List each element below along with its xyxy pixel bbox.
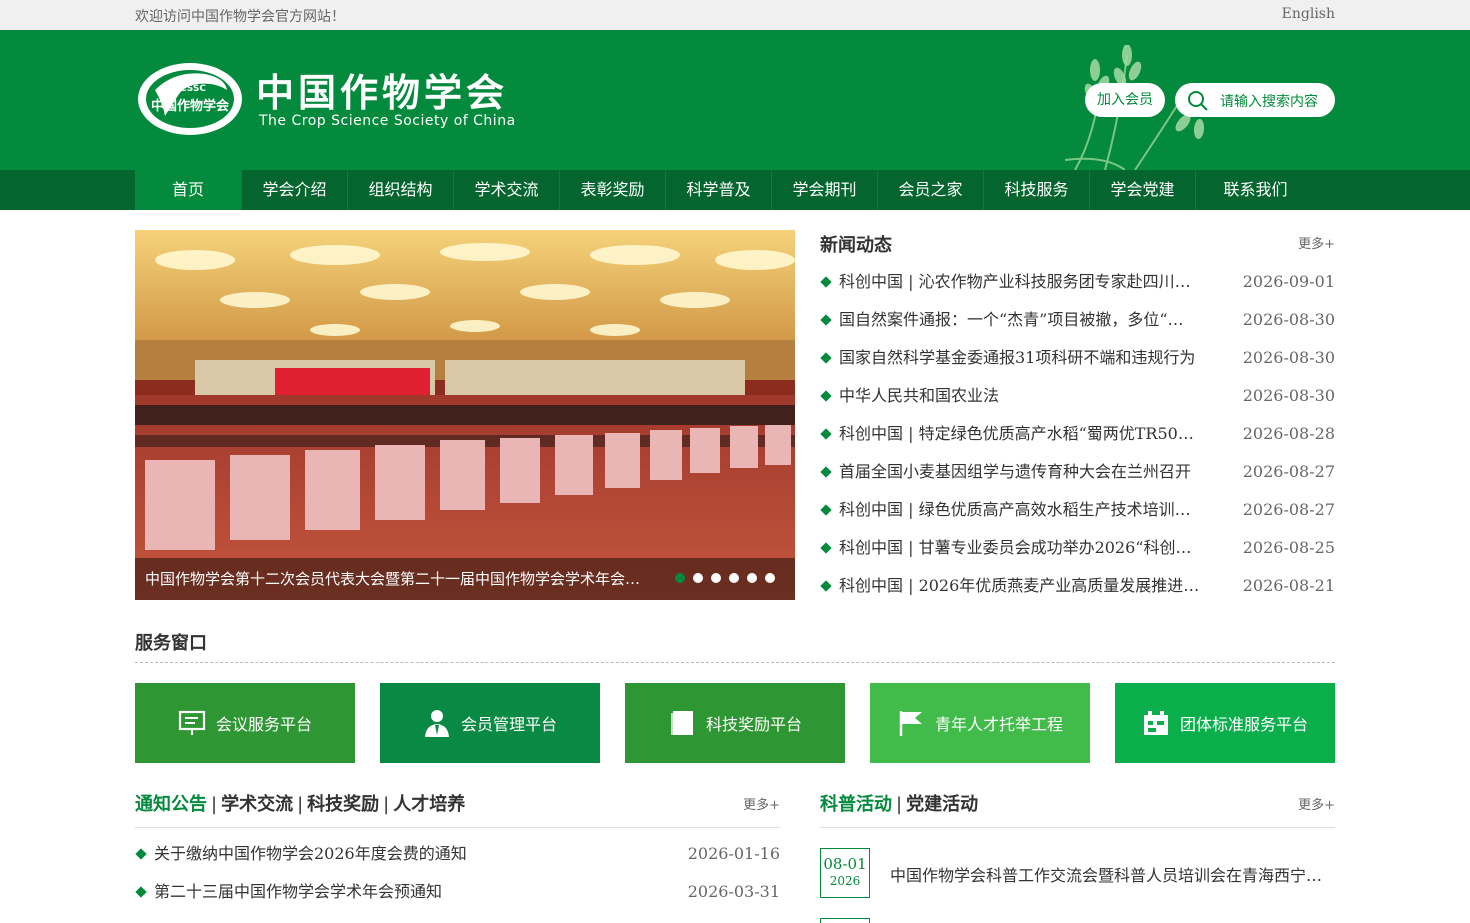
service-card-meeting[interactable]: 会议服务平台 bbox=[135, 683, 355, 763]
services-title: 服务窗口 bbox=[135, 633, 207, 654]
nav-item-organization[interactable]: 组织结构 bbox=[347, 170, 453, 210]
carousel-dot[interactable] bbox=[729, 573, 739, 583]
carousel-dot[interactable] bbox=[693, 573, 703, 583]
list-item[interactable]: 关于缴纳中国作物学会2026年度会费的通知 2026-01-16 bbox=[135, 842, 780, 880]
standard-icon bbox=[1143, 711, 1168, 735]
list-item[interactable]: 科创中国 | 沁农作物产业科技服务团专家赴四川… 2026-09-01 bbox=[820, 270, 1335, 308]
bullet-icon bbox=[820, 427, 832, 440]
bullet-icon bbox=[820, 465, 832, 478]
tab-party-activities[interactable]: 党建活动 bbox=[906, 794, 978, 815]
join-member-button[interactable]: 加入会员 bbox=[1085, 83, 1165, 117]
nav-item-awards[interactable]: 表彰奖励 bbox=[559, 170, 665, 210]
search-input[interactable]: 请输入搜索内容 bbox=[1220, 91, 1318, 111]
tab-notices[interactable]: 通知公告 bbox=[135, 794, 207, 815]
bullet-icon bbox=[820, 579, 832, 592]
list-item[interactable]: 中华人民共和国农业法 2026-08-30 bbox=[820, 384, 1335, 422]
date-badge bbox=[820, 918, 870, 923]
nav-item-popular-science[interactable]: 科学普及 bbox=[665, 170, 771, 210]
date-badge: 08-01 2026 bbox=[820, 848, 870, 898]
tab-separator: | bbox=[896, 794, 903, 815]
nav-item-journals[interactable]: 学会期刊 bbox=[771, 170, 877, 210]
nav-item-about[interactable]: 学会介绍 bbox=[241, 170, 347, 210]
notice-tabs: 通知公告 | 学术交流 | 科技奖励 | 人才培养 bbox=[135, 790, 465, 816]
carousel-dots bbox=[675, 573, 775, 583]
divider bbox=[135, 662, 1335, 663]
nav-item-members[interactable]: 会员之家 bbox=[877, 170, 983, 210]
news-more-link[interactable]: 更多+ bbox=[1298, 233, 1335, 252]
member-icon bbox=[424, 710, 449, 737]
logo-badge-text: 中国作物学会 bbox=[151, 98, 230, 114]
tab-separator: | bbox=[297, 794, 304, 815]
tab-popular-science[interactable]: 科普活动 bbox=[820, 794, 892, 815]
list-item[interactable]: 08-01 2026 中国作物学会科普工作交流会暨科普人员培训会在青海西宁… bbox=[820, 848, 1335, 898]
service-cards: 会议服务平台 会员管理平台 科技奖励平台 青年人才托举工程 团体标准服务平台 bbox=[135, 683, 1335, 763]
nav-item-home[interactable]: 首页 bbox=[135, 170, 241, 210]
list-item[interactable]: 第二十三届中国作物学会学术年会预通知 2026-03-31 bbox=[135, 880, 780, 918]
list-item[interactable]: 科创中国 | 2026年优质燕麦产业高质量发展推进… 2026-08-21 bbox=[820, 574, 1335, 612]
notice-list: 关于缴纳中国作物学会2026年度会费的通知 2026-01-16 第二十三届中国作… bbox=[135, 842, 780, 918]
logo-emblem[interactable]: CSSC 中国作物学会 bbox=[135, 60, 245, 138]
tab-academic[interactable]: 学术交流 bbox=[221, 794, 293, 815]
logo-title-cn: 中国作物学会 bbox=[256, 71, 509, 115]
site-header: CSSC 中国作物学会 中国作物学会 The Crop Science Soci… bbox=[0, 30, 1470, 170]
tab-awards[interactable]: 科技奖励 bbox=[307, 794, 379, 815]
news-list: 科创中国 | 沁农作物产业科技服务团专家赴四川… 2026-09-01 国自然案件… bbox=[820, 270, 1335, 612]
carousel-dot[interactable] bbox=[711, 573, 721, 583]
list-item[interactable]: 国家自然科学基金委通报31项科研不端和违规行为 2026-08-30 bbox=[820, 346, 1335, 384]
carousel-dot[interactable] bbox=[675, 573, 685, 583]
tab-talent[interactable]: 人才培养 bbox=[393, 794, 465, 815]
popular-more-link[interactable]: 更多+ bbox=[1298, 794, 1335, 813]
nav-item-contact[interactable]: 联系我们 bbox=[1195, 170, 1315, 210]
service-card-award[interactable]: 科技奖励平台 bbox=[625, 683, 845, 763]
notice-more-link[interactable]: 更多+ bbox=[743, 794, 780, 813]
book-icon bbox=[670, 711, 693, 735]
tab-separator: | bbox=[383, 794, 390, 815]
english-link[interactable]: English bbox=[1282, 6, 1335, 22]
bullet-icon bbox=[820, 351, 832, 364]
bullet-icon bbox=[820, 503, 832, 516]
flag-icon bbox=[899, 711, 922, 736]
bullet-icon bbox=[820, 389, 832, 402]
bullet-icon bbox=[820, 275, 832, 288]
list-item-title: 中国作物学会科普工作交流会暨科普人员培训会在青海西宁… bbox=[890, 866, 1323, 885]
carousel-caption-bar: 中国作物学会第十二次会员代表大会暨第二十一届中国作物学会学术年会… bbox=[135, 558, 795, 600]
list-item[interactable]: 科创中国 | 甘薯专业委员会成功举办2026“科创… 2026-08-25 bbox=[820, 536, 1335, 574]
divider bbox=[135, 827, 780, 828]
bullet-icon bbox=[820, 313, 832, 326]
list-item[interactable]: 国自然案件通报：一个“杰青”项目被撤，多位“… 2026-08-30 bbox=[820, 308, 1335, 346]
service-card-youth[interactable]: 青年人才托举工程 bbox=[870, 683, 1090, 763]
list-item[interactable]: 科创中国 | 绿色优质高产高效水稻生产技术培训… 2026-08-27 bbox=[820, 498, 1335, 536]
logo-title-en: The Crop Science Society of China bbox=[259, 113, 516, 129]
nav-item-academic[interactable]: 学术交流 bbox=[453, 170, 559, 210]
welcome-text: 欢迎访问中国作物学会官方网站！ bbox=[135, 9, 345, 25]
top-bar: 欢迎访问中国作物学会官方网站！ English bbox=[0, 0, 1470, 30]
list-item[interactable]: 科创中国 | 特定绿色优质高产水稻“蜀两优TR50”… 2026-08-28 bbox=[820, 422, 1335, 460]
hero-carousel[interactable]: 中国作物学会第十二次会员代表大会暨第二十一届中国作物学会学术年会… bbox=[135, 230, 795, 600]
conference-photo bbox=[135, 230, 795, 600]
main-nav: 首页 学会介绍 组织结构 学术交流 表彰奖励 科学普及 学会期刊 会员之家 科技… bbox=[0, 170, 1470, 210]
service-card-standard[interactable]: 团体标准服务平台 bbox=[1115, 683, 1335, 763]
presentation-icon bbox=[178, 710, 206, 735]
tab-separator: | bbox=[211, 794, 218, 815]
nav-item-tech-service[interactable]: 科技服务 bbox=[983, 170, 1089, 210]
search-icon[interactable] bbox=[1187, 90, 1209, 112]
carousel-dot[interactable] bbox=[765, 573, 775, 583]
bullet-icon bbox=[135, 885, 147, 898]
carousel-dot[interactable] bbox=[747, 573, 757, 583]
bullet-icon bbox=[820, 541, 832, 554]
search-box[interactable]: 请输入搜索内容 bbox=[1175, 83, 1335, 117]
popular-tabs: 科普活动 | 党建活动 bbox=[820, 790, 978, 816]
carousel-caption[interactable]: 中国作物学会第十二次会员代表大会暨第二十一届中国作物学会学术年会… bbox=[145, 568, 675, 589]
list-item[interactable]: 首届全国小麦基因组学与遗传育种大会在兰州召开 2026-08-27 bbox=[820, 460, 1335, 498]
news-title: 新闻动态 bbox=[820, 235, 892, 256]
bullet-icon bbox=[135, 847, 147, 860]
logo-badge-top: CSSC bbox=[180, 84, 206, 94]
service-card-member[interactable]: 会员管理平台 bbox=[380, 683, 600, 763]
divider bbox=[820, 827, 1335, 828]
nav-item-party[interactable]: 学会党建 bbox=[1089, 170, 1195, 210]
